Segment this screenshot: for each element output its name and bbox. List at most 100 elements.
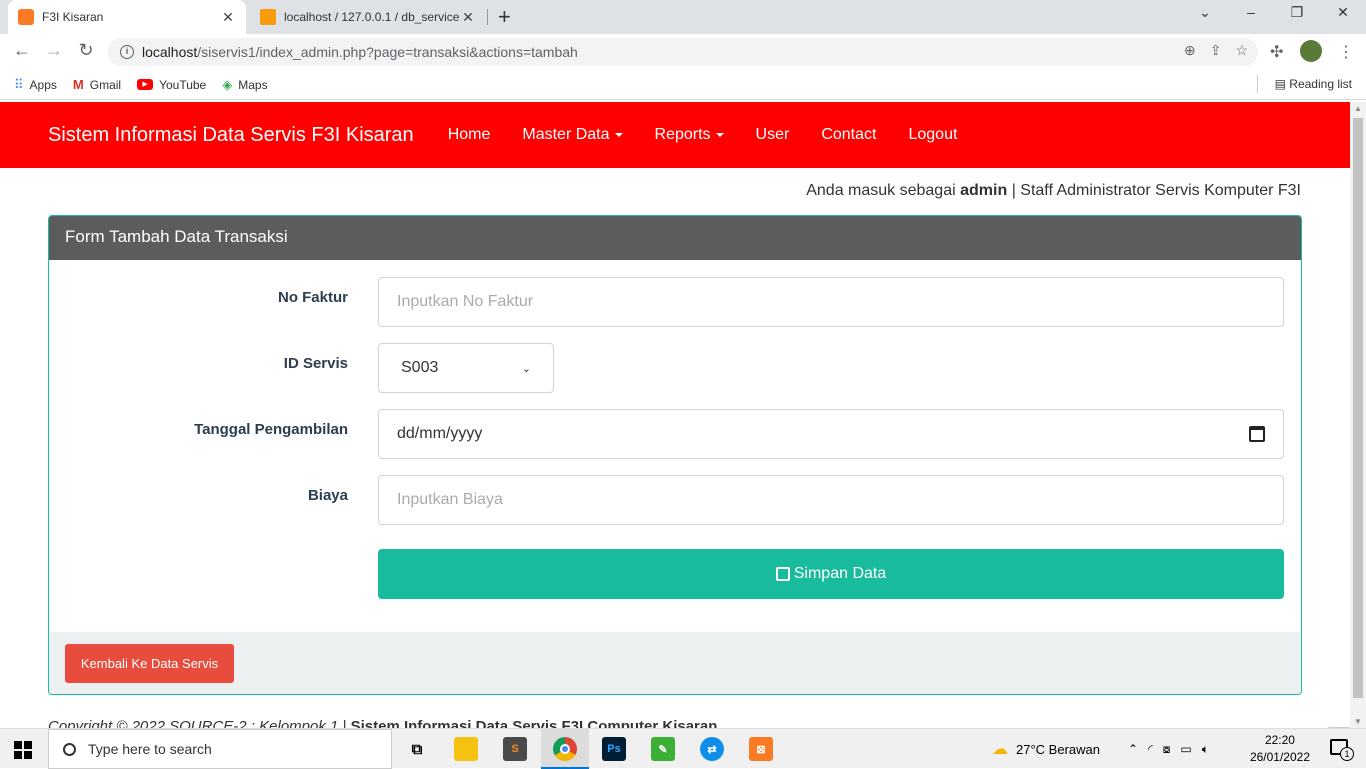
bookmarks-bar: ⠿ Apps M Gmail ▶ YouTube ◈ Maps ▤ Readin…	[0, 70, 1366, 100]
reading-list-icon: ▤	[1275, 77, 1286, 91]
windows-taskbar: Type here to search ⧉ S Ps ✎ ⇄ ⊠ ☁ 27°C …	[0, 728, 1366, 768]
biaya-input[interactable]: Inputkan Biaya	[378, 475, 1284, 525]
chevron-up-icon[interactable]: ⌃	[1128, 742, 1138, 756]
welcome-role: | Staff Administrator Servis Komputer F3…	[1012, 182, 1301, 199]
extensions-puzzle-icon[interactable]: ✣	[1270, 42, 1283, 62]
nav-contact[interactable]: Contact	[805, 126, 892, 144]
tab-search-button[interactable]: ⌄	[1182, 4, 1228, 21]
nav-logout[interactable]: Logout	[892, 126, 973, 144]
bookmark-label: YouTube	[159, 78, 206, 92]
windows-start-icon[interactable]	[14, 741, 32, 759]
photoshop-icon[interactable]: Ps	[602, 737, 626, 761]
bookmark-maps[interactable]: ◈ Maps	[222, 77, 267, 93]
save-button[interactable]: Simpan Data	[378, 549, 1284, 599]
gmail-icon: M	[73, 77, 84, 92]
page-footer: Copyright © 2022 SOURCE-2 : Kelompok 1 |…	[48, 718, 717, 728]
scrollbar-thumb[interactable]	[1353, 118, 1363, 698]
chevron-down-icon: ⌄	[522, 362, 531, 375]
profile-avatar[interactable]	[1300, 40, 1322, 62]
notification-icon[interactable]: 1	[1330, 739, 1348, 755]
welcome-user: admin	[960, 182, 1007, 199]
nav-master-data[interactable]: Master Data	[506, 126, 638, 144]
reading-list-label: Reading list	[1289, 77, 1352, 91]
info-icon[interactable]: i	[120, 45, 134, 59]
menu-kebab-icon[interactable]: ⋮	[1338, 42, 1354, 62]
footer-copyright: Copyright © 2022 SOURCE-2 : Kelompok 1 |	[48, 718, 346, 728]
file-explorer-icon[interactable]	[454, 737, 478, 761]
save-label: Simpan Data	[794, 565, 887, 583]
chrome-icon[interactable]	[553, 737, 577, 761]
bookmark-apps[interactable]: ⠿ Apps	[14, 77, 57, 93]
welcome-prefix: Anda masuk sebagai	[806, 182, 955, 199]
reading-list-button[interactable]: ▤ Reading list	[1275, 77, 1352, 91]
close-icon[interactable]: ✕	[460, 9, 476, 26]
close-icon[interactable]: ✕	[220, 9, 236, 26]
weather-widget[interactable]: ☁ 27°C Berawan	[992, 729, 1100, 769]
new-tab-button[interactable]: +	[498, 4, 511, 30]
caret-down-icon	[716, 133, 724, 137]
teamviewer-icon[interactable]: ⇄	[700, 737, 724, 761]
no-faktur-input[interactable]: Inputkan No Faktur	[378, 277, 1284, 327]
tanggal-date-input[interactable]: dd/mm/yyyy	[378, 409, 1284, 459]
sublime-text-icon[interactable]: S	[503, 737, 527, 761]
bookmark-label: Gmail	[90, 78, 121, 92]
wifi-icon[interactable]: ◜	[1148, 742, 1153, 756]
bookmark-label: Maps	[238, 78, 267, 92]
site-navbar: Sistem Informasi Data Servis F3I Kisaran…	[0, 102, 1350, 168]
zoom-icon[interactable]: ⊕	[1184, 42, 1196, 59]
forward-arrow-icon[interactable]: →	[42, 40, 66, 61]
nav-home[interactable]: Home	[432, 126, 507, 144]
search-icon	[63, 743, 76, 756]
restore-button[interactable]: ❐	[1274, 4, 1320, 21]
close-window-button[interactable]: ✕	[1320, 4, 1366, 21]
back-arrow-icon[interactable]: ←	[10, 40, 34, 61]
xampp-icon	[18, 9, 34, 25]
bookmark-star-icon[interactable]: ☆	[1235, 42, 1248, 59]
site-brand[interactable]: Sistem Informasi Data Servis F3I Kisaran	[48, 124, 414, 147]
notepad-plus-icon[interactable]: ✎	[651, 737, 675, 761]
maps-icon: ◈	[222, 77, 232, 93]
bookmark-youtube[interactable]: ▶ YouTube	[137, 78, 206, 92]
search-placeholder: Type here to search	[88, 741, 212, 757]
nav-label: Reports	[655, 126, 711, 143]
youtube-icon: ▶	[137, 79, 153, 90]
taskbar-clock[interactable]: 22:20 26/01/2022	[1250, 732, 1310, 766]
scroll-up-arrow-icon[interactable]: ▲	[1354, 104, 1362, 113]
url-host: localhost	[142, 44, 197, 60]
page-viewport: Sistem Informasi Data Servis F3I Kisaran…	[0, 102, 1350, 728]
reload-icon[interactable]: ↻	[74, 40, 98, 61]
calendar-icon[interactable]	[1249, 426, 1265, 442]
nav-reports[interactable]: Reports	[639, 126, 740, 144]
battery-icon[interactable]: ▭	[1180, 742, 1191, 756]
meet-now-icon[interactable]: ⧇	[1163, 742, 1171, 757]
taskbar-search-box[interactable]: Type here to search	[48, 729, 392, 769]
tanggal-label: Tanggal Pengambilan	[194, 421, 348, 438]
url-bar[interactable]: i localhost /siservis1/index_admin.php?p…	[108, 38, 1258, 66]
omnibox-actions: ⊕ ⇪ ☆	[1184, 42, 1248, 59]
task-view-icon[interactable]: ⧉	[405, 737, 429, 761]
tab-phpmyadmin[interactable]: localhost / 127.0.0.1 / db_service ✕	[250, 0, 486, 34]
transaction-form-panel: Form Tambah Data Transaksi No Faktur Inp…	[48, 215, 1302, 695]
volume-icon[interactable]: 🔈︎	[1202, 742, 1209, 757]
tab-f3i-kisaran[interactable]: F3I Kisaran ✕	[8, 0, 246, 34]
panel-footer: Kembali Ke Data Servis	[49, 632, 1302, 695]
bookmark-gmail[interactable]: M Gmail	[73, 77, 121, 92]
page-scrollbar[interactable]: ▲ ▼	[1350, 102, 1366, 728]
xampp-icon[interactable]: ⊠	[749, 737, 773, 761]
tab-title: localhost / 127.0.0.1 / db_service	[284, 10, 460, 24]
id-servis-label: ID Servis	[284, 355, 348, 372]
clock-date: 26/01/2022	[1250, 749, 1310, 766]
notification-count: 1	[1340, 747, 1354, 761]
url-path: /siservis1/index_admin.php?page=transaks…	[197, 44, 578, 60]
browser-tab-strip: F3I Kisaran ✕ localhost / 127.0.0.1 / db…	[0, 0, 1366, 34]
no-faktur-label: No Faktur	[278, 289, 348, 306]
back-button[interactable]: Kembali Ke Data Servis	[65, 644, 234, 683]
nav-user[interactable]: User	[740, 126, 806, 144]
share-icon[interactable]: ⇪	[1210, 42, 1222, 59]
minimize-button[interactable]: –	[1228, 4, 1274, 20]
scroll-down-arrow-icon[interactable]: ▼	[1354, 717, 1362, 726]
nav-label: Master Data	[522, 126, 609, 143]
id-servis-select[interactable]: S003 ⌄	[378, 343, 554, 393]
bookmark-label: Apps	[30, 78, 57, 92]
id-servis-value: S003	[401, 359, 438, 377]
